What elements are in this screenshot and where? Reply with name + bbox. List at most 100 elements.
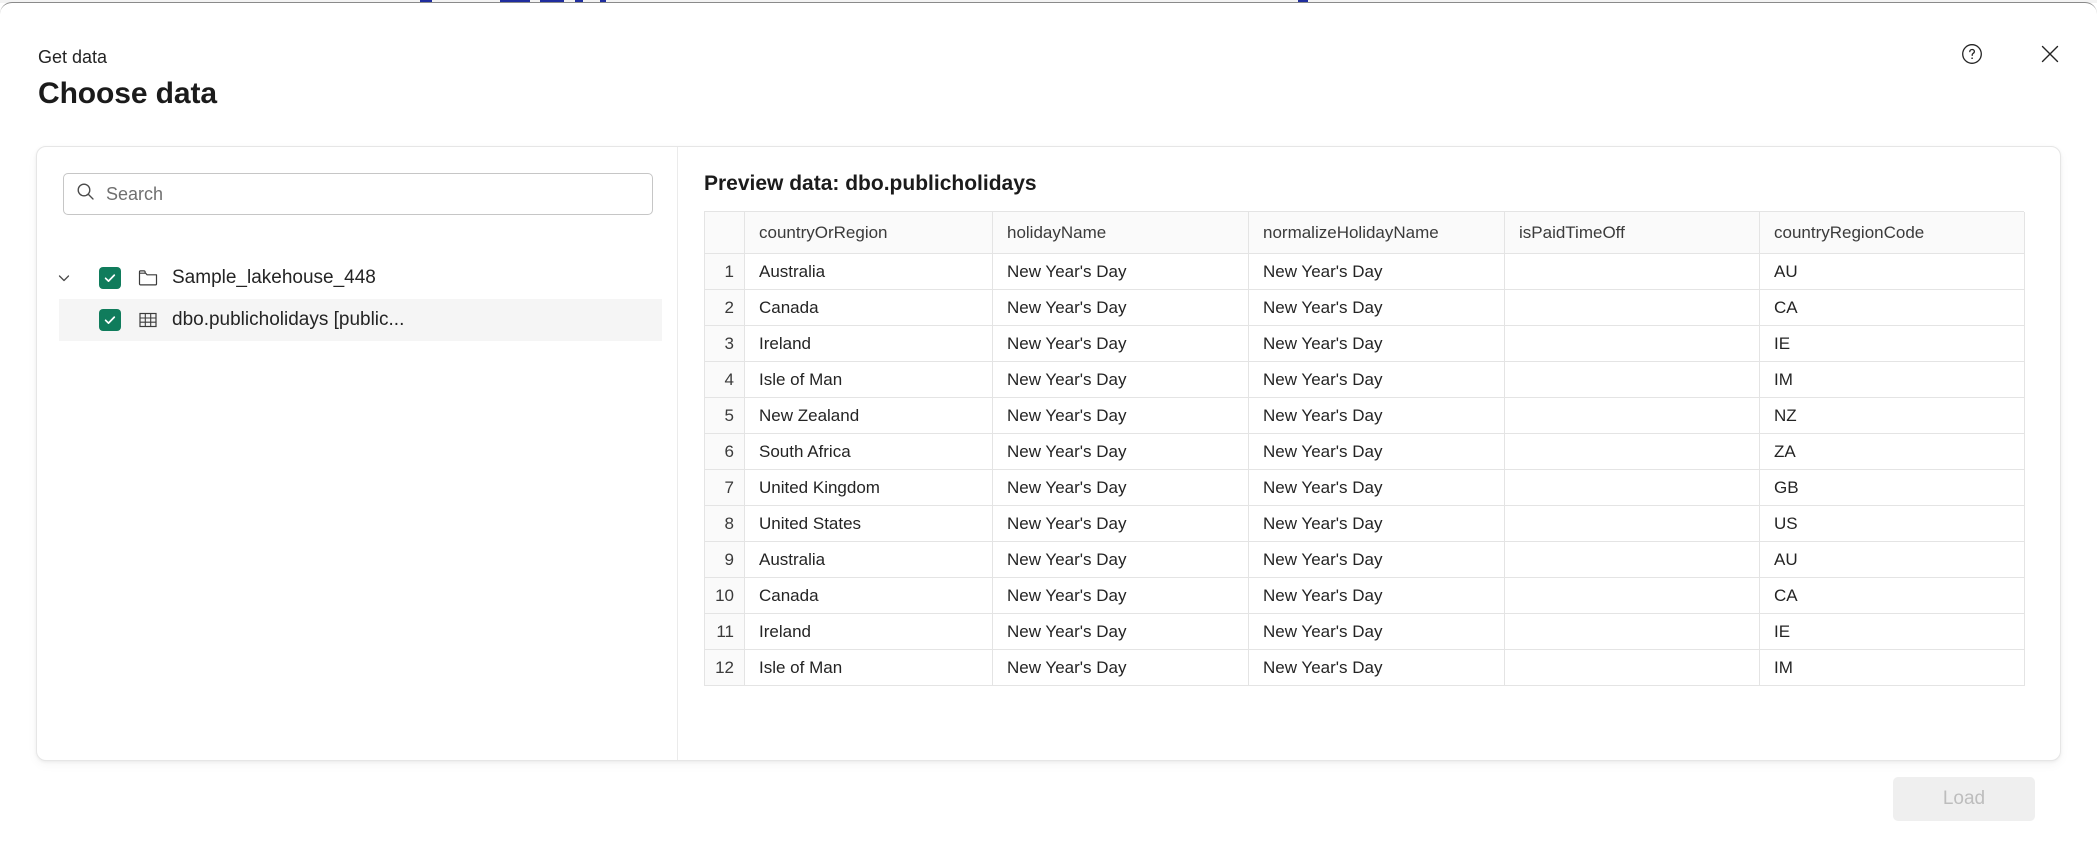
column-header[interactable]: countryRegionCode [1760, 212, 2025, 254]
column-header[interactable]: holidayName [993, 212, 1249, 254]
checkbox-table[interactable] [99, 309, 121, 331]
table-cell: New Year's Day [1249, 542, 1505, 578]
row-number: 8 [705, 506, 745, 542]
table-row[interactable]: 4 Isle of Man New Year's Day New Year's Day… [705, 362, 2025, 398]
table-cell: Australia [745, 254, 993, 290]
row-number: 1 [705, 254, 745, 290]
table-row[interactable]: 2 Canada New Year's Day New Year's Day CA [705, 290, 2025, 326]
table-row[interactable]: 6 South Africa New Year's Day New Year's Da… [705, 434, 2025, 470]
row-number: 4 [705, 362, 745, 398]
tree-item-label: Sample_lakehouse_448 [172, 267, 376, 288]
table-cell: GB [1760, 470, 2025, 506]
row-number: 2 [705, 290, 745, 326]
table-cell: IE [1760, 326, 2025, 362]
help-button[interactable] [1955, 37, 1989, 71]
table-cell: New Year's Day [993, 254, 1249, 290]
row-number-header [705, 212, 745, 254]
table-cell: New Year's Day [993, 290, 1249, 326]
table-cell: Ireland [745, 326, 993, 362]
get-data-dialog: Get data Choose data Search Sample_lakeh… [0, 2, 2097, 847]
column-header[interactable]: countryOrRegion [745, 212, 993, 254]
table-cell: Isle of Man [745, 650, 993, 686]
table-cell: New Year's Day [1249, 578, 1505, 614]
table-cell: AU [1760, 542, 2025, 578]
table-cell: IE [1760, 614, 2025, 650]
table-row[interactable]: 7 United Kingdom New Year's Day New Year's … [705, 470, 2025, 506]
table-cell [1505, 506, 1760, 542]
table-header-row: countryOrRegion holidayName normalizeHol… [705, 212, 2025, 254]
row-number: 11 [705, 614, 745, 650]
table-cell: ZA [1760, 434, 2025, 470]
table-cell: Australia [745, 542, 993, 578]
search-icon [76, 182, 106, 206]
table-cell: New Year's Day [1249, 398, 1505, 434]
table-cell: New Year's Day [1249, 650, 1505, 686]
table-cell: IM [1760, 362, 2025, 398]
table-row[interactable]: 1 Australia New Year's Day New Year's Day AU [705, 254, 2025, 290]
table-cell: New Year's Day [993, 398, 1249, 434]
table-cell: US [1760, 506, 2025, 542]
table-cell: New Year's Day [1249, 362, 1505, 398]
table-cell: New Year's Day [993, 362, 1249, 398]
table-cell [1505, 254, 1760, 290]
preview-table: countryOrRegion holidayName normalizeHol… [704, 211, 2025, 686]
dialog-footer: Load [0, 761, 2097, 848]
table-cell: Canada [745, 290, 993, 326]
tree-item-table[interactable]: dbo.publicholidays [public... [59, 299, 662, 341]
table-cell [1505, 290, 1760, 326]
table-cell: New Zealand [745, 398, 993, 434]
table-cell: AU [1760, 254, 2025, 290]
chevron-down-icon[interactable] [53, 267, 75, 289]
table-cell: New Year's Day [1249, 254, 1505, 290]
table-cell [1505, 398, 1760, 434]
help-circle-icon [1959, 41, 1985, 67]
table-cell: NZ [1760, 398, 2025, 434]
table-cell: United States [745, 506, 993, 542]
search-input[interactable] [106, 183, 640, 205]
table-cell: Canada [745, 578, 993, 614]
load-button[interactable]: Load [1893, 777, 2035, 821]
folder-icon [135, 266, 160, 291]
preview-title: Preview data: dbo.publicholidays [704, 172, 1037, 195]
table-cell: CA [1760, 290, 2025, 326]
search-box[interactable] [63, 173, 653, 215]
table-row[interactable]: 3 Ireland New Year's Day New Year's Day IE [705, 326, 2025, 362]
table-cell [1505, 650, 1760, 686]
dialog-header: Get data Choose data [0, 3, 2097, 123]
table-row[interactable]: 11 Ireland New Year's Day New Year's Day IE [705, 614, 2025, 650]
table-cell: New Year's Day [993, 650, 1249, 686]
row-number: 6 [705, 434, 745, 470]
checkbox-lakehouse[interactable] [99, 267, 121, 289]
table-cell: Ireland [745, 614, 993, 650]
table-cell: New Year's Day [1249, 470, 1505, 506]
close-icon [2037, 41, 2063, 67]
table-cell: New Year's Day [1249, 614, 1505, 650]
row-number: 5 [705, 398, 745, 434]
table-icon [135, 308, 160, 333]
table-cell: New Year's Day [993, 506, 1249, 542]
table-row[interactable]: 10 Canada New Year's Day New Year's Day CA [705, 578, 2025, 614]
tree-item-label: dbo.publicholidays [public... [172, 309, 405, 330]
data-source-tree: Sample_lakehouse_448 dbo.publicholidays … [37, 257, 677, 341]
content-card: Sample_lakehouse_448 dbo.publi [36, 146, 2061, 761]
table-cell: South Africa [745, 434, 993, 470]
row-number: 10 [705, 578, 745, 614]
page-title: Choose data [38, 77, 217, 110]
table-cell: New Year's Day [993, 614, 1249, 650]
column-header[interactable]: normalizeHolidayName [1249, 212, 1505, 254]
table-cell: United Kingdom [745, 470, 993, 506]
table-cell: New Year's Day [993, 434, 1249, 470]
table-row[interactable]: 8 United States New Year's Day New Year's D… [705, 506, 2025, 542]
table-cell [1505, 542, 1760, 578]
table-cell: New Year's Day [1249, 434, 1505, 470]
close-button[interactable] [2033, 37, 2067, 71]
column-header[interactable]: isPaidTimeOff [1505, 212, 1760, 254]
table-cell: IM [1760, 650, 2025, 686]
breadcrumb: Get data [38, 47, 108, 67]
row-number: 12 [705, 650, 745, 686]
tree-item-lakehouse[interactable]: Sample_lakehouse_448 [37, 257, 677, 299]
table-row[interactable]: 12 Isle of Man New Year's Day New Year's Da… [705, 650, 2025, 686]
table-body: 1 Australia New Year's Day New Year's Day AU… [705, 254, 2025, 686]
table-row[interactable]: 5 New Zealand New Year's Day New Year's Day… [705, 398, 2025, 434]
table-row[interactable]: 9 Australia New Year's Day New Year's Day AU [705, 542, 2025, 578]
